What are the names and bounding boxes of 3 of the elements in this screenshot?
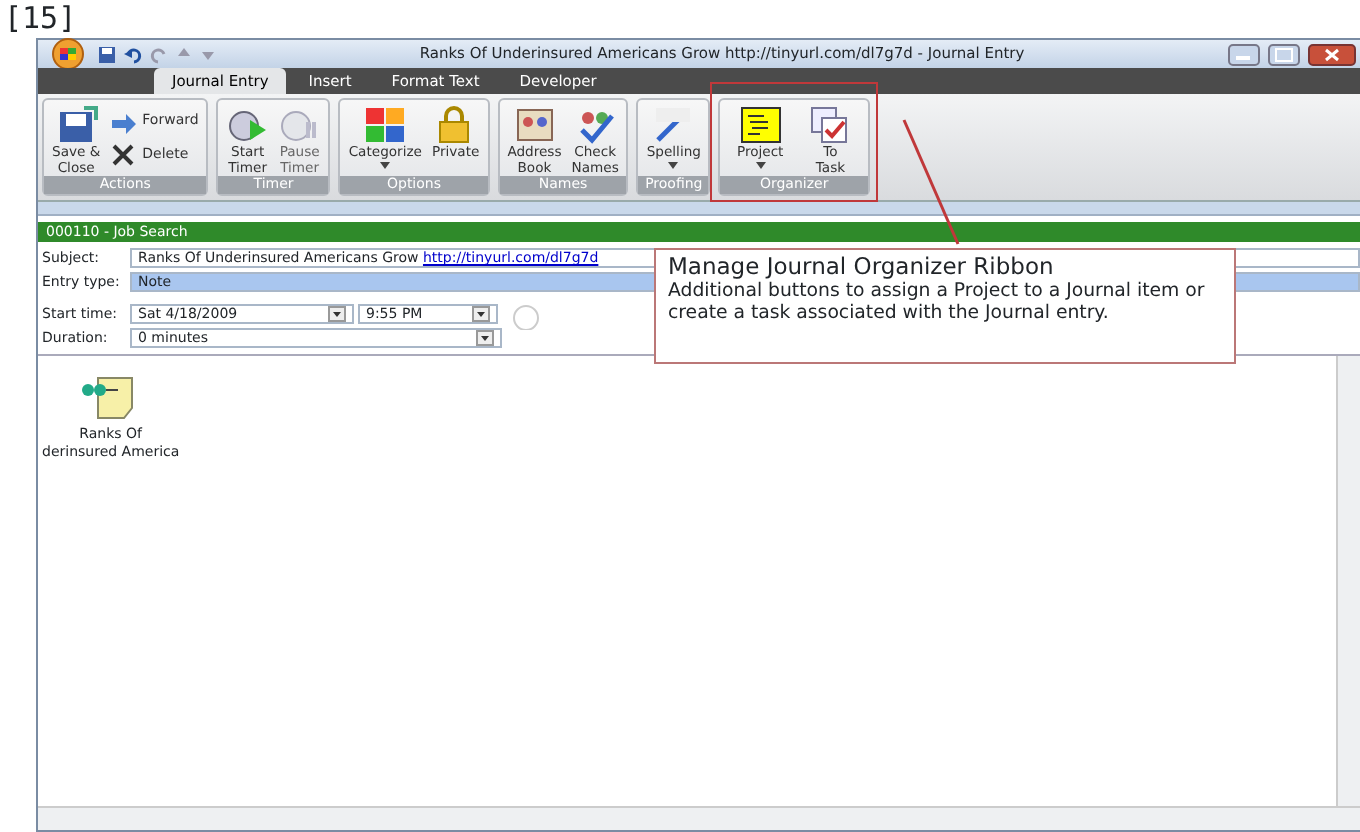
callout-title: Manage Journal Organizer Ribbon	[668, 254, 1056, 280]
callout-text: Additional buttons to assign a Project to a Journal item or create a task associated with the Journal entry.	[668, 280, 1207, 324]
page-label: [15]	[4, 0, 77, 36]
